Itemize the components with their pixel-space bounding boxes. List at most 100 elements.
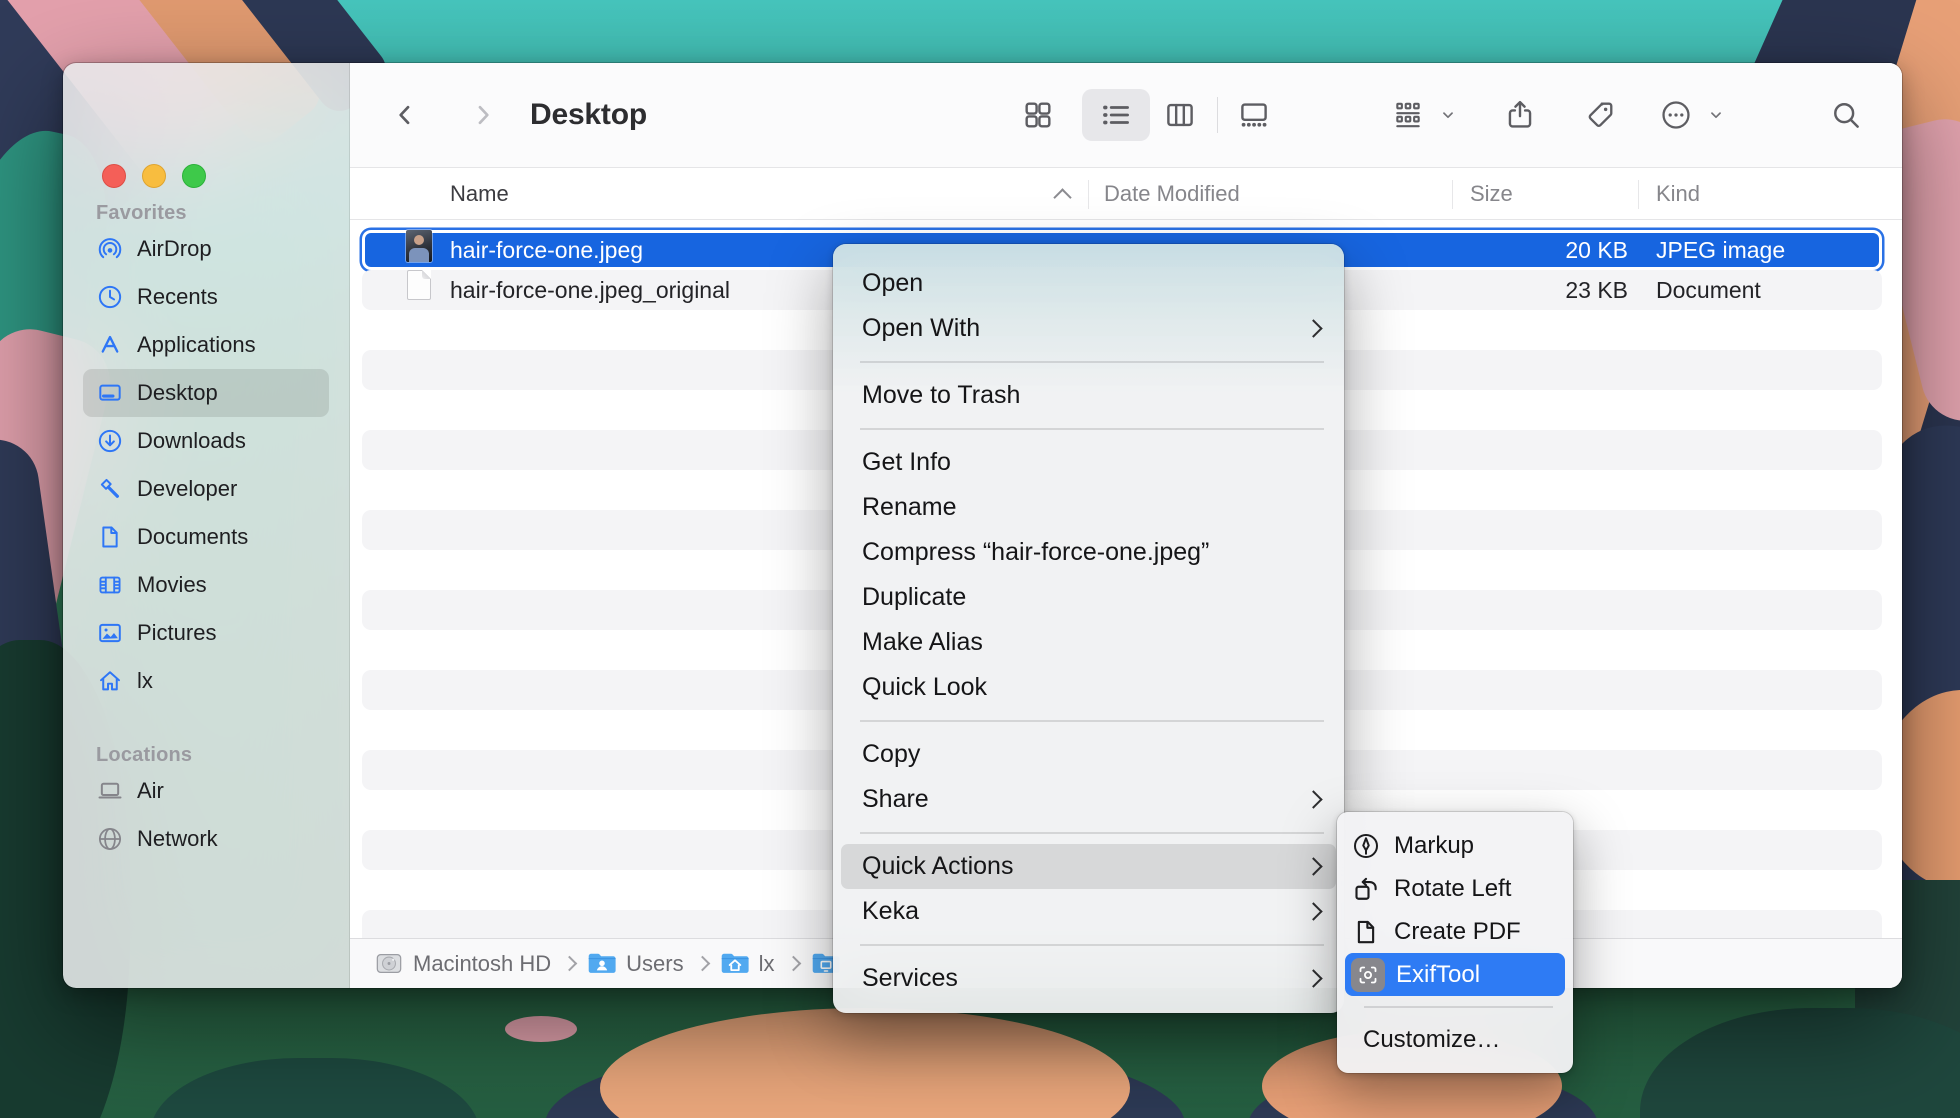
menu-item-label: Markup [1394,832,1474,860]
file-kind: JPEG image [1656,230,1785,270]
file-name: hair-force-one.jpeg [450,230,643,270]
wallpaper-shape [1640,1008,1960,1118]
menu-item-label: Open [862,269,923,298]
menu-item-move-to-trash[interactable]: Move to Trash [833,373,1344,418]
menu-item-label: Compress “hair-force-one.jpeg” [862,538,1209,567]
sidebar-item-label: Movies [137,572,207,598]
menu-item-label: Quick Look [862,673,987,702]
hammer-icon [96,475,124,503]
wallpaper-shape [505,1016,577,1042]
tags-button[interactable] [1584,99,1617,132]
menu-separator [1337,996,1573,1018]
airdrop-icon [96,235,124,263]
breadcrumb-item-users[interactable]: Users [587,951,683,977]
submenu-arrow-icon [1304,969,1322,987]
file-size: 20 KB [1428,230,1628,270]
menu-item-make-alias[interactable]: Make Alias [833,620,1344,665]
film-icon [96,571,124,599]
group-chevron-down-icon[interactable] [1441,108,1456,123]
sidebar-item-label: AirDrop [137,236,212,262]
search-button[interactable] [1831,100,1862,131]
breadcrumb-item-macintosh-hd[interactable]: Macintosh HD [374,951,551,977]
menu-item-open[interactable]: Open [833,261,1344,306]
menu-item-quick-actions[interactable]: Quick Actions [841,844,1336,889]
desktop-screen: Favorites AirDrop Recents Applications Deskt… [0,0,1960,1118]
document-icon [96,523,124,551]
home-icon [96,667,124,695]
menu-item-services[interactable]: Services [833,956,1344,1001]
sidebar-item-applications[interactable]: Applications [83,321,329,369]
share-button[interactable] [1503,98,1537,132]
menu-item-label: Copy [862,740,920,769]
menu-item-copy[interactable]: Copy [833,732,1344,777]
column-header-kind[interactable]: Kind [1656,181,1700,207]
submenu-item-rotate-left[interactable]: Rotate Left [1337,867,1573,910]
view-gallery-button[interactable] [1237,98,1271,132]
sidebar-item-label: Desktop [137,380,218,406]
sidebar-item-network[interactable]: Network [83,815,329,863]
menu-separator [833,710,1344,732]
submenu-item-markup[interactable]: Markup [1337,824,1573,867]
menu-item-label: Rotate Left [1394,875,1511,903]
menu-item-get-info[interactable]: Get Info [833,440,1344,485]
rotate-left-icon [1351,874,1381,904]
menu-separator [833,351,1344,373]
sidebar-item-recents[interactable]: Recents [83,273,329,321]
view-grid-button[interactable] [1021,98,1055,132]
sidebar-item-desktop[interactable]: Desktop [83,369,329,417]
sidebar-item-pictures[interactable]: Pictures [83,609,329,657]
menu-item-label: Duplicate [862,583,966,612]
menu-item-keka[interactable]: Keka [833,889,1344,934]
sidebar-item-label: Network [137,826,218,852]
sidebar-item-movies[interactable]: Movies [83,561,329,609]
more-chevron-down-icon[interactable] [1709,108,1724,123]
menu-item-label: ExifTool [1396,961,1480,989]
sidebar-item-airdrop[interactable]: AirDrop [83,225,329,273]
menu-item-label: Make Alias [862,628,983,657]
menu-item-label: Keka [862,897,919,926]
view-list-button[interactable] [1099,98,1133,132]
menu-item-label: Create PDF [1394,918,1521,946]
menu-item-compress-hair-force-one-jpeg[interactable]: Compress “hair-force-one.jpeg” [833,530,1344,575]
sidebar-item-label: Air [137,778,164,804]
sidebar-item-air[interactable]: Air [83,767,329,815]
sidebar-item-documents[interactable]: Documents [83,513,329,561]
menu-item-open-with[interactable]: Open With [833,306,1344,351]
menu-item-label: Customize… [1363,1026,1500,1054]
submenu-item-create-pdf[interactable]: Create PDF [1337,910,1573,953]
photo-icon [96,619,124,647]
sidebar-section-locations: LocationsAirNetwork [63,743,349,863]
clock-icon [96,283,124,311]
column-header-name[interactable]: Name [450,181,509,207]
submenu-item-exiftool[interactable]: ExifTool [1345,953,1565,996]
desktop-icon [96,379,124,407]
blank-document-icon [407,270,431,300]
group-button[interactable] [1392,99,1424,131]
breadcrumb-chevron-icon [562,956,578,972]
column-header-size[interactable]: Size [1470,181,1513,207]
submenu-item-customize[interactable]: Customize… [1337,1018,1573,1061]
breadcrumb-item-lx[interactable]: lx [720,951,775,977]
menu-item-label: Get Info [862,448,951,477]
menu-item-duplicate[interactable]: Duplicate [833,575,1344,620]
laptop-icon [96,777,124,805]
view-columns-button[interactable] [1163,98,1197,132]
back-button[interactable] [392,102,418,128]
hard-drive-icon [374,951,404,976]
menu-item-quick-look[interactable]: Quick Look [833,665,1344,710]
markup-icon [1351,831,1381,861]
forward-button[interactable] [470,102,496,128]
more-options-button[interactable] [1659,98,1693,132]
sidebar-item-lx[interactable]: lx [83,657,329,705]
exiftool-badge-icon [1351,958,1385,992]
sidebar-item-downloads[interactable]: Downloads [83,417,329,465]
menu-item-rename[interactable]: Rename [833,485,1344,530]
sidebar-item-label: Recents [137,284,218,310]
sidebar-section-label: Favorites [96,201,349,225]
column-headers: Name Date Modified Size Kind [350,167,1902,220]
column-header-date-modified[interactable]: Date Modified [1104,181,1240,207]
submenu-arrow-icon [1304,902,1322,920]
menu-item-label: Rename [862,493,957,522]
menu-item-share[interactable]: Share [833,777,1344,822]
sidebar-item-developer[interactable]: Developer [83,465,329,513]
